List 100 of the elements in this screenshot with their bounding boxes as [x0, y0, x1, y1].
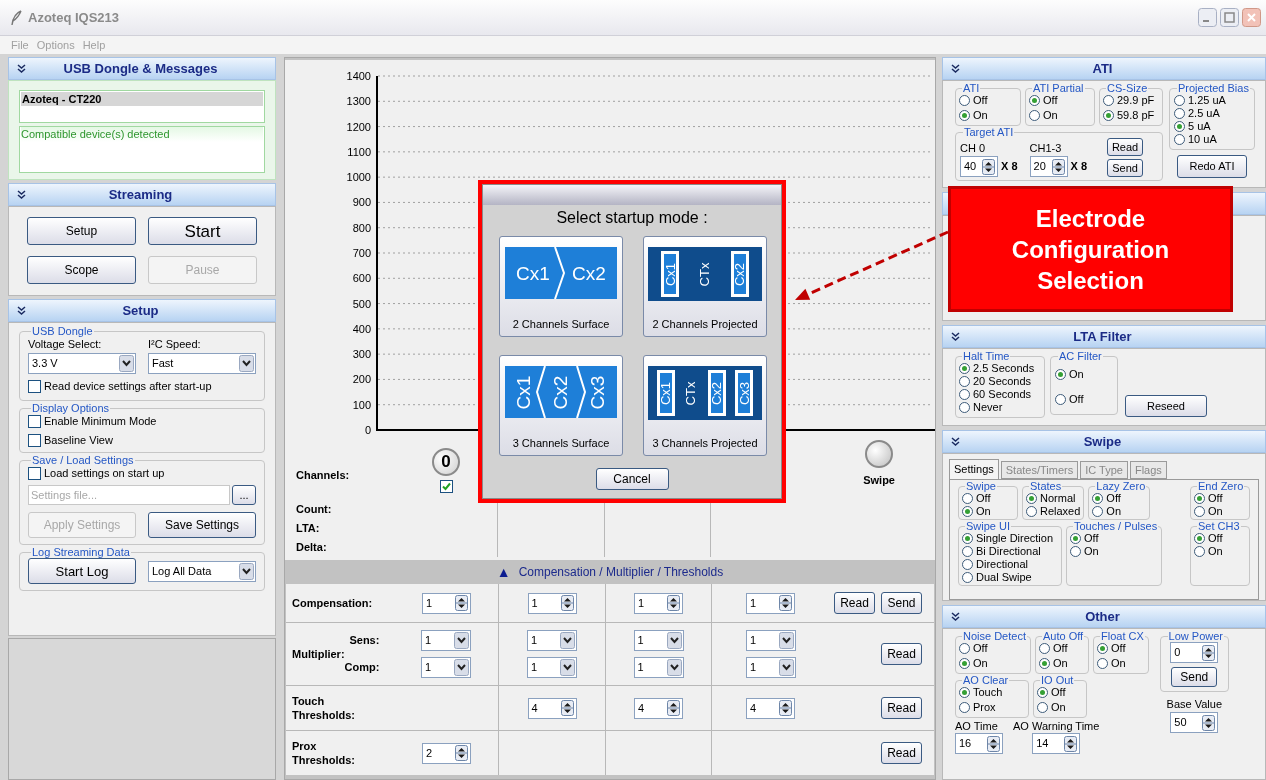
radio-option[interactable]: On: [1039, 657, 1085, 670]
radio-option[interactable]: Off: [1092, 492, 1147, 505]
start-log-button[interactable]: Start Log: [28, 558, 136, 584]
push-button[interactable]: Send: [1107, 159, 1144, 177]
checkbox-option[interactable]: Read device settings after start-up: [28, 379, 256, 394]
mode-option-button[interactable]: Cx1 Cx2 2 Channels Surface: [499, 236, 623, 337]
push-button[interactable]: Read: [834, 592, 875, 614]
checkbox-option[interactable]: Baseline View: [28, 433, 256, 448]
radio-option[interactable]: Off: [1070, 532, 1159, 545]
number-field[interactable]: 50: [1170, 712, 1219, 733]
number-field[interactable]: 0: [1170, 642, 1219, 663]
radio-option[interactable]: 20 Seconds: [959, 375, 1041, 388]
dropdown[interactable]: 1: [527, 657, 577, 678]
spinner-icon[interactable]: [779, 700, 792, 716]
spinner-icon[interactable]: [1051, 158, 1065, 175]
dropdown[interactable]: 1: [746, 657, 796, 678]
spinner-icon[interactable]: [1202, 644, 1216, 661]
push-button[interactable]: Save Settings: [148, 512, 256, 538]
collapse-chevron-icon[interactable]: [951, 437, 960, 446]
radio-option[interactable]: Relaxed: [1026, 505, 1081, 518]
radio-option[interactable]: On: [1092, 505, 1147, 518]
radio-option[interactable]: On: [1097, 657, 1145, 670]
device-list-item[interactable]: Azoteq - CT220: [21, 92, 263, 106]
radio-option[interactable]: Off: [959, 94, 1017, 107]
dropdown[interactable]: 1: [633, 657, 684, 678]
dropdown[interactable]: 1: [746, 630, 796, 651]
radio-option[interactable]: Off: [1194, 532, 1246, 545]
radio-option[interactable]: Off: [962, 492, 1014, 505]
collapse-chevron-icon[interactable]: [17, 64, 26, 73]
scope-button[interactable]: Scope: [27, 256, 136, 284]
radio-option[interactable]: 10 uA: [1174, 133, 1250, 146]
dropdown[interactable]: 1: [421, 657, 471, 678]
start-button[interactable]: Start: [148, 217, 257, 245]
number-field[interactable]: 16: [955, 733, 1003, 754]
dropdown[interactable]: 1: [421, 630, 471, 651]
number-field[interactable]: 1: [422, 592, 471, 614]
radio-option[interactable]: Never: [959, 401, 1041, 414]
radio-option[interactable]: Off: [1194, 492, 1246, 505]
radio-option[interactable]: 5 uA: [1174, 120, 1250, 133]
radio-option[interactable]: Bi Directional: [962, 545, 1058, 558]
setup-button[interactable]: Setup: [27, 217, 136, 245]
radio-option[interactable]: 2.5 Seconds: [959, 362, 1041, 375]
radio-option[interactable]: On: [959, 657, 1027, 670]
mode-option-button[interactable]: Cx1 CTx Cx2 2 Channels Projected: [643, 236, 767, 337]
spinner-icon[interactable]: [1064, 735, 1078, 752]
file-path-field[interactable]: Settings file...: [28, 485, 230, 505]
radio-option[interactable]: Prox: [959, 701, 1025, 714]
radio-option[interactable]: 59.8 pF: [1103, 109, 1159, 122]
number-field[interactable]: 1: [634, 592, 683, 614]
minimize-button[interactable]: [1198, 8, 1217, 27]
collapse-chevron-icon[interactable]: [951, 64, 960, 73]
number-field[interactable]: 1: [746, 592, 795, 614]
collapse-toggle[interactable]: ▲: [496, 565, 511, 579]
cancel-button[interactable]: Cancel: [595, 468, 669, 490]
tab[interactable]: Settings: [949, 459, 999, 479]
push-button[interactable]: Read: [881, 742, 922, 764]
radio-option[interactable]: On: [1037, 701, 1083, 714]
mode-option-button[interactable]: Cx1 Cx2 Cx3 3 Channels Surface: [499, 355, 623, 456]
spinner-icon[interactable]: [560, 700, 574, 716]
spinner-icon[interactable]: [1202, 714, 1216, 731]
radio-option[interactable]: Normal: [1026, 492, 1081, 505]
radio-option[interactable]: On: [1029, 109, 1091, 122]
radio-option[interactable]: On: [1194, 505, 1246, 518]
number-field[interactable]: 4: [527, 697, 577, 719]
send-button[interactable]: Send: [1171, 667, 1218, 687]
collapse-chevron-icon[interactable]: [951, 612, 960, 621]
radio-option[interactable]: 29.9 pF: [1103, 94, 1159, 107]
number-field[interactable]: 4: [634, 697, 683, 719]
redo-ati-button[interactable]: Redo ATI: [1176, 155, 1247, 178]
push-button[interactable]: Read: [881, 697, 922, 719]
radio-option[interactable]: Dual Swipe: [962, 571, 1058, 584]
radio-option[interactable]: 2.5 uA: [1174, 107, 1250, 120]
spinner-icon[interactable]: [455, 745, 468, 761]
push-button[interactable]: Read: [881, 643, 922, 665]
radio-option[interactable]: Off: [1055, 393, 1113, 406]
radio-option[interactable]: Off: [1037, 686, 1083, 699]
push-button[interactable]: Send: [881, 592, 922, 614]
number-field[interactable]: 14: [1032, 733, 1081, 754]
number-field[interactable]: 2: [422, 742, 471, 764]
push-button[interactable]: Read: [1107, 138, 1144, 156]
checkbox[interactable]: [439, 479, 453, 493]
dropdown[interactable]: 1: [633, 630, 684, 651]
radio-option[interactable]: On: [959, 109, 1017, 122]
checkbox-option[interactable]: Enable Minimum Mode: [28, 414, 256, 429]
dropdown[interactable]: 3.3 V: [28, 353, 136, 374]
radio-option[interactable]: Directional: [962, 558, 1058, 571]
radio-option[interactable]: On: [1070, 545, 1159, 558]
browse-button[interactable]: ...: [232, 485, 256, 505]
number-field[interactable]: 4: [746, 697, 795, 719]
radio-option[interactable]: 60 Seconds: [959, 388, 1041, 401]
checkbox-option[interactable]: Load settings on start up: [28, 466, 256, 481]
dropdown[interactable]: Fast: [148, 353, 256, 374]
radio-option[interactable]: Off: [1039, 642, 1085, 655]
radio-option[interactable]: On: [962, 505, 1014, 518]
spinner-icon[interactable]: [560, 595, 574, 611]
spinner-icon[interactable]: [779, 595, 792, 611]
radio-option[interactable]: On: [1194, 545, 1246, 558]
radio-option[interactable]: 1.25 uA: [1174, 94, 1250, 107]
spinner-icon[interactable]: [982, 158, 995, 175]
radio-option[interactable]: Off: [1029, 94, 1091, 107]
